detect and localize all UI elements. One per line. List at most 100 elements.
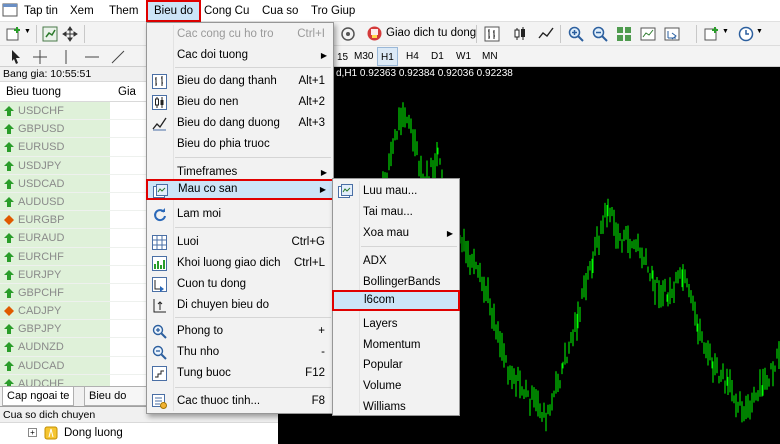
tile-windows-icon[interactable] [616, 26, 632, 42]
template-item-adx[interactable]: ADX [333, 251, 459, 272]
new-chart-dropdown-icon[interactable]: ▼ [24, 28, 31, 46]
menu-insert[interactable]: Them [103, 0, 144, 22]
autoscroll-toolbar-icon[interactable] [664, 26, 680, 42]
menu-item-label: Mau co san [178, 183, 238, 195]
tab-tick-chart[interactable]: Bieu do tick [84, 387, 148, 420]
experts-icon[interactable] [340, 26, 356, 42]
symbol-row[interactable]: AUDCAD [0, 356, 147, 375]
template-item-xoa-mau[interactable]: Xoa mau ▶ [333, 223, 459, 244]
price-up-icon [4, 342, 14, 353]
template-item-volume[interactable]: Volume [333, 376, 459, 397]
symbol-row[interactable]: AUDUSD [0, 192, 147, 212]
horizontal-line-icon[interactable] [84, 49, 100, 65]
template-item-momentum[interactable]: Momentum [333, 335, 459, 356]
template-item-popular[interactable]: Popular [333, 355, 459, 376]
navigator-item-momentum[interactable]: + Dong luong [0, 423, 278, 443]
menu-item-label: Bieu do dang duong [177, 117, 280, 129]
symbol-row[interactable]: CADJPY [0, 302, 147, 321]
menu-item-label: Tai mau... [363, 206, 413, 218]
symbol-row[interactable]: USDCHF [0, 102, 147, 121]
template-item-layers[interactable]: Layers [333, 314, 459, 335]
menu-item-cac-doi-tuong[interactable]: Cac doi tuong ▶ [147, 45, 333, 66]
template-item-l6com[interactable]: l6com [332, 290, 460, 311]
menu-item-label: Phong to [177, 325, 224, 337]
timeframe-d1[interactable]: D1 [428, 47, 447, 66]
zoom-out-toolbar-icon[interactable] [592, 26, 608, 42]
price-unchanged-icon [4, 215, 14, 226]
menu-item-bieu-do-dang-thanh[interactable]: Bieu do dang thanh Alt+1 [147, 71, 333, 92]
menu-item-cuon-tu-dong[interactable]: Cuon tu dong [147, 274, 333, 295]
timeframe-h4[interactable]: H4 [403, 47, 422, 66]
navigator-item-label: Dong luong [64, 427, 123, 439]
symbol-row[interactable]: EURCHF [0, 247, 147, 266]
zoom-in-toolbar-icon[interactable] [568, 26, 584, 42]
menu-item-label: Tung buoc [177, 367, 231, 379]
refresh-icon [154, 208, 166, 222]
timeframe-mn[interactable]: MN [479, 47, 501, 66]
trendline-icon[interactable] [110, 49, 126, 65]
symbol-row[interactable]: USDCAD [0, 174, 147, 193]
menu-item-luoi[interactable]: Luoi Ctrl+G [147, 232, 333, 253]
template-item-williams[interactable]: Williams [333, 397, 459, 418]
periods-dropdown-icon[interactable]: ▼ [756, 28, 763, 46]
column-symbol-header[interactable]: Bieu tuong [6, 82, 61, 102]
new-chart-icon[interactable] [6, 26, 22, 42]
symbol-row[interactable]: EURGBP [0, 211, 147, 230]
menu-help[interactable]: Tro Giup [305, 0, 361, 22]
chart-shift-toolbar-icon[interactable] [640, 26, 656, 42]
menu-file[interactable]: Tap tin [18, 0, 64, 22]
symbol-row[interactable]: GBPJPY [0, 320, 147, 339]
menu-item-label: Xoa mau [363, 227, 410, 239]
template-item-luu-mau[interactable]: Luu mau... [333, 181, 459, 202]
timeframe-w1[interactable]: W1 [453, 47, 474, 66]
symbol-row[interactable]: GBPUSD [0, 120, 147, 139]
symbol-row[interactable]: EURUSD [0, 138, 147, 157]
menu-item-tung-buoc[interactable]: Tung buoc F12 [147, 363, 333, 384]
symbol-row[interactable]: AUDNZD [0, 338, 147, 357]
menu-view[interactable]: Xem [64, 0, 100, 22]
candle-chart-toolbar-icon[interactable] [512, 26, 528, 42]
menu-item-di-chuyen-bieu-do[interactable]: Di chuyen bieu do [147, 295, 333, 316]
menu-item-thu-nho[interactable]: Thu nho - [147, 342, 333, 363]
crosshair-icon[interactable] [32, 49, 48, 65]
timeframe-partial[interactable]: 15 [334, 48, 351, 67]
menu-item-khoi-luong-giao-dich[interactable]: Khoi luong giao dich Ctrl+L [147, 253, 333, 274]
menu-bar: Tap tin Xem Them Bieu do Cong Cu Cua so … [0, 0, 780, 22]
line-chart-toolbar-icon[interactable] [538, 26, 554, 42]
menu-item-shortcut: Ctrl+L [294, 257, 325, 269]
symbol-row[interactable]: USDJPY [0, 156, 147, 175]
menu-item-phong-to[interactable]: Phong to + [147, 321, 333, 342]
indicators-icon[interactable] [704, 26, 720, 42]
market-watch-icon[interactable] [42, 26, 58, 42]
menu-item-bieu-do-nen[interactable]: Bieu do nen Alt+2 [147, 92, 333, 113]
price-up-icon [4, 106, 14, 116]
symbol-row[interactable]: EURJPY [0, 265, 147, 284]
menu-tools[interactable]: Cong Cu [198, 0, 255, 22]
tab-symbols[interactable]: Cap ngoai te [2, 387, 75, 406]
menu-item-shortcut: Ctrl+I [297, 28, 325, 40]
symbol-row[interactable]: GBPCHF [0, 283, 147, 303]
periods-icon[interactable] [738, 26, 754, 42]
timeframe-m30[interactable]: M30 [351, 47, 376, 66]
bar-chart-toolbar-icon[interactable] [484, 26, 500, 42]
menu-window[interactable]: Cua so [256, 0, 304, 22]
menu-item-cac-thuoc-tinh[interactable]: Cac thuoc tinh... F8 [147, 391, 333, 412]
cursor-icon[interactable] [8, 49, 24, 65]
expand-icon[interactable]: + [28, 428, 37, 437]
menu-item-bieu-do-phia-truoc[interactable]: Bieu do phia truoc [147, 134, 333, 155]
menu-item-label: Cac cong cu ho tro [177, 28, 274, 40]
data-window-icon[interactable] [62, 26, 78, 42]
template-item-tai-mau[interactable]: Tai mau... [333, 202, 459, 223]
menu-item-lam-moi[interactable]: Lam moi [147, 204, 333, 225]
menu-charts[interactable]: Bieu do [146, 0, 202, 22]
symbol-row[interactable]: EURAUD [0, 229, 147, 248]
indicators-dropdown-icon[interactable]: ▼ [722, 28, 729, 46]
vertical-line-icon[interactable] [58, 49, 74, 65]
menu-item-label: Cuon tu dong [177, 278, 247, 290]
app-menu-icon[interactable] [2, 3, 18, 18]
timeframe-h1[interactable]: H1 [377, 47, 398, 66]
autotrading-button[interactable]: Giao dich tu dong [364, 23, 480, 44]
price-up-icon [4, 233, 14, 244]
menu-item-mau-co-san[interactable]: Mau co san ▶ [146, 179, 334, 200]
menu-item-bieu-do-dang-duong[interactable]: Bieu do dang duong Alt+3 [147, 113, 333, 134]
